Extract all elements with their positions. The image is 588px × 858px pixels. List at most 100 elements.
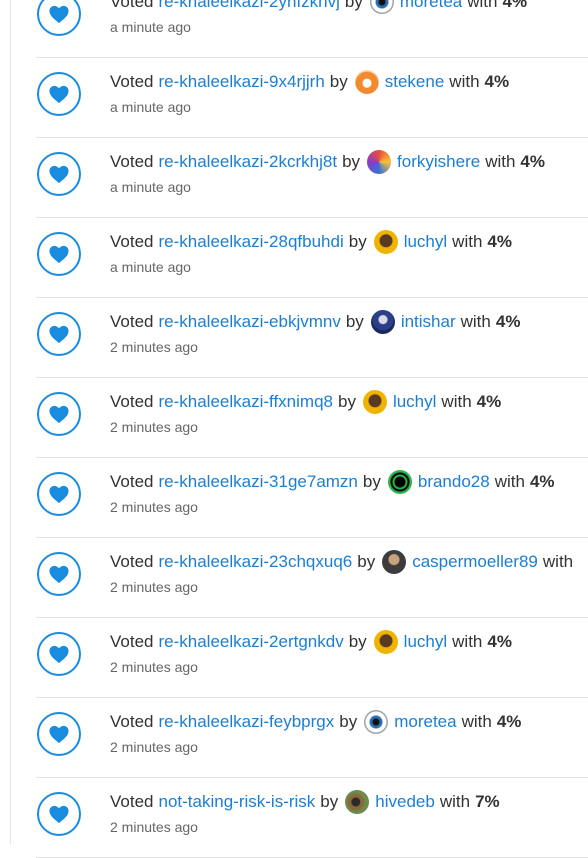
activity-text: Voted re-khaleelkazi-feybprgx by moretea… [110,710,521,734]
vote-badge [37,72,81,116]
timestamp: 2 minutes ago [110,339,198,355]
vote-weight: 4% [496,712,522,731]
heart-icon [49,725,69,744]
heart-icon [49,245,69,264]
action-label: Voted [110,632,154,651]
vote-weight: 4% [476,392,502,411]
activity-text: Voted re-khaleelkazi-23chqxuq6 by casper… [110,550,573,574]
vote-badge [37,0,81,36]
user-link[interactable]: moretea [394,712,456,732]
action-label: Voted [110,0,154,11]
avatar[interactable] [369,0,394,14]
activity-row: Voted re-khaleelkazi-ffxnimq8 by luchyl … [36,378,588,458]
heart-icon [49,805,69,824]
user-link[interactable]: brando28 [418,472,490,492]
by-label: by [362,472,381,491]
vote-weight: 4% [502,0,528,11]
by-label: by [329,72,348,91]
activity-row: Voted re-khaleelkazi-2kcrkhj8t by forkyi… [36,138,588,218]
avatar[interactable] [370,310,395,334]
with-label: with [542,552,574,571]
timestamp: a minute ago [110,99,191,115]
activity-row: Voted re-khaleelkazi-2yhfzknvj by morete… [36,0,588,58]
by-label: by [320,792,339,811]
post-link[interactable]: re-khaleelkazi-28qfbuhdi [159,232,344,252]
vote-weight: 4% [520,152,545,171]
timestamp: a minute ago [110,19,191,35]
vote-badge [37,152,81,196]
user-link[interactable]: luchyl [404,232,447,252]
with-label: with [452,232,483,251]
heart-icon [49,405,69,424]
activity-text: Voted re-khaleelkazi-28qfbuhdi by luchyl… [110,230,512,254]
activity-text: Voted re-khaleelkazi-2ertgnkdv by luchyl… [110,630,512,654]
avatar[interactable] [373,630,398,654]
heart-icon [49,85,69,104]
action-label: Voted [110,72,154,91]
by-label: by [345,312,364,331]
vote-weight: 4% [484,72,510,91]
timestamp: 2 minutes ago [110,739,198,755]
user-link[interactable]: intishar [401,312,456,332]
avatar[interactable] [373,230,398,254]
by-label: by [357,552,376,571]
user-link[interactable]: moretea [400,0,462,12]
activity-row: Voted re-khaleelkazi-9x4rjjrh by stekene… [36,58,588,138]
action-label: Voted [110,152,154,171]
post-link[interactable]: re-khaleelkazi-2yhfzknvj [159,0,340,12]
vote-weight: 4% [495,312,521,331]
post-link[interactable]: re-khaleelkazi-31ge7amzn [159,472,358,492]
heart-icon [49,165,69,184]
post-link[interactable]: re-khaleelkazi-2kcrkhj8t [159,152,338,172]
by-label: by [339,712,358,731]
vote-badge [37,472,81,516]
activity-row: Voted not-taking-risk-is-risk by hivedeb… [36,778,588,858]
post-link[interactable]: re-khaleelkazi-ebkjvmnv [159,312,341,332]
user-link[interactable]: luchyl [393,392,436,412]
vote-badge [37,712,81,756]
activity-text: Voted re-khaleelkazi-ffxnimq8 by luchyl … [110,390,501,414]
activity-row: Voted re-khaleelkazi-23chqxuq6 by casper… [36,538,588,618]
action-label: Voted [110,232,154,251]
activity-row: Voted re-khaleelkazi-2ertgnkdv by luchyl… [36,618,588,698]
vote-badge [37,232,81,276]
heart-icon [49,645,69,664]
timestamp: 2 minutes ago [110,419,198,435]
user-link[interactable]: caspermoeller89 [412,552,538,572]
timestamp: a minute ago [110,179,191,195]
user-link[interactable]: stekene [385,72,445,92]
vote-badge [37,792,81,836]
user-link[interactable]: forkyishere [397,152,480,172]
avatar[interactable] [362,390,387,414]
avatar[interactable] [382,550,407,574]
avatar[interactable] [354,70,379,94]
user-link[interactable]: hivedeb [375,792,435,812]
with-label: with [494,472,525,491]
post-link[interactable]: re-khaleelkazi-9x4rjjrh [159,72,325,92]
avatar[interactable] [364,710,389,734]
timestamp: 2 minutes ago [110,579,198,595]
activity-row: Voted re-khaleelkazi-ebkjvmnv by intisha… [36,298,588,378]
avatar[interactable] [387,470,412,494]
action-label: Voted [110,552,154,571]
activity-text: Voted not-taking-risk-is-risk by hivedeb… [110,790,500,814]
post-link[interactable]: re-khaleelkazi-2ertgnkdv [159,632,344,652]
avatar[interactable] [345,790,370,814]
user-link[interactable]: luchyl [404,632,447,652]
post-link[interactable]: re-khaleelkazi-feybprgx [159,712,335,732]
by-label: by [348,632,367,651]
with-label: with [441,392,472,411]
with-label: with [460,312,491,331]
activity-text: Voted re-khaleelkazi-2yhfzknvj by morete… [110,0,527,14]
avatar[interactable] [367,150,392,174]
action-label: Voted [110,472,154,491]
post-link[interactable]: not-taking-risk-is-risk [159,792,316,812]
post-link[interactable]: re-khaleelkazi-ffxnimq8 [159,392,333,412]
with-label: with [485,152,516,171]
action-label: Voted [110,312,154,331]
vote-weight: 4% [529,472,555,491]
activity-row: Voted re-khaleelkazi-28qfbuhdi by luchyl… [36,218,588,298]
with-label: with [449,72,480,91]
post-link[interactable]: re-khaleelkazi-23chqxuq6 [159,552,353,572]
vote-badge [37,632,81,676]
